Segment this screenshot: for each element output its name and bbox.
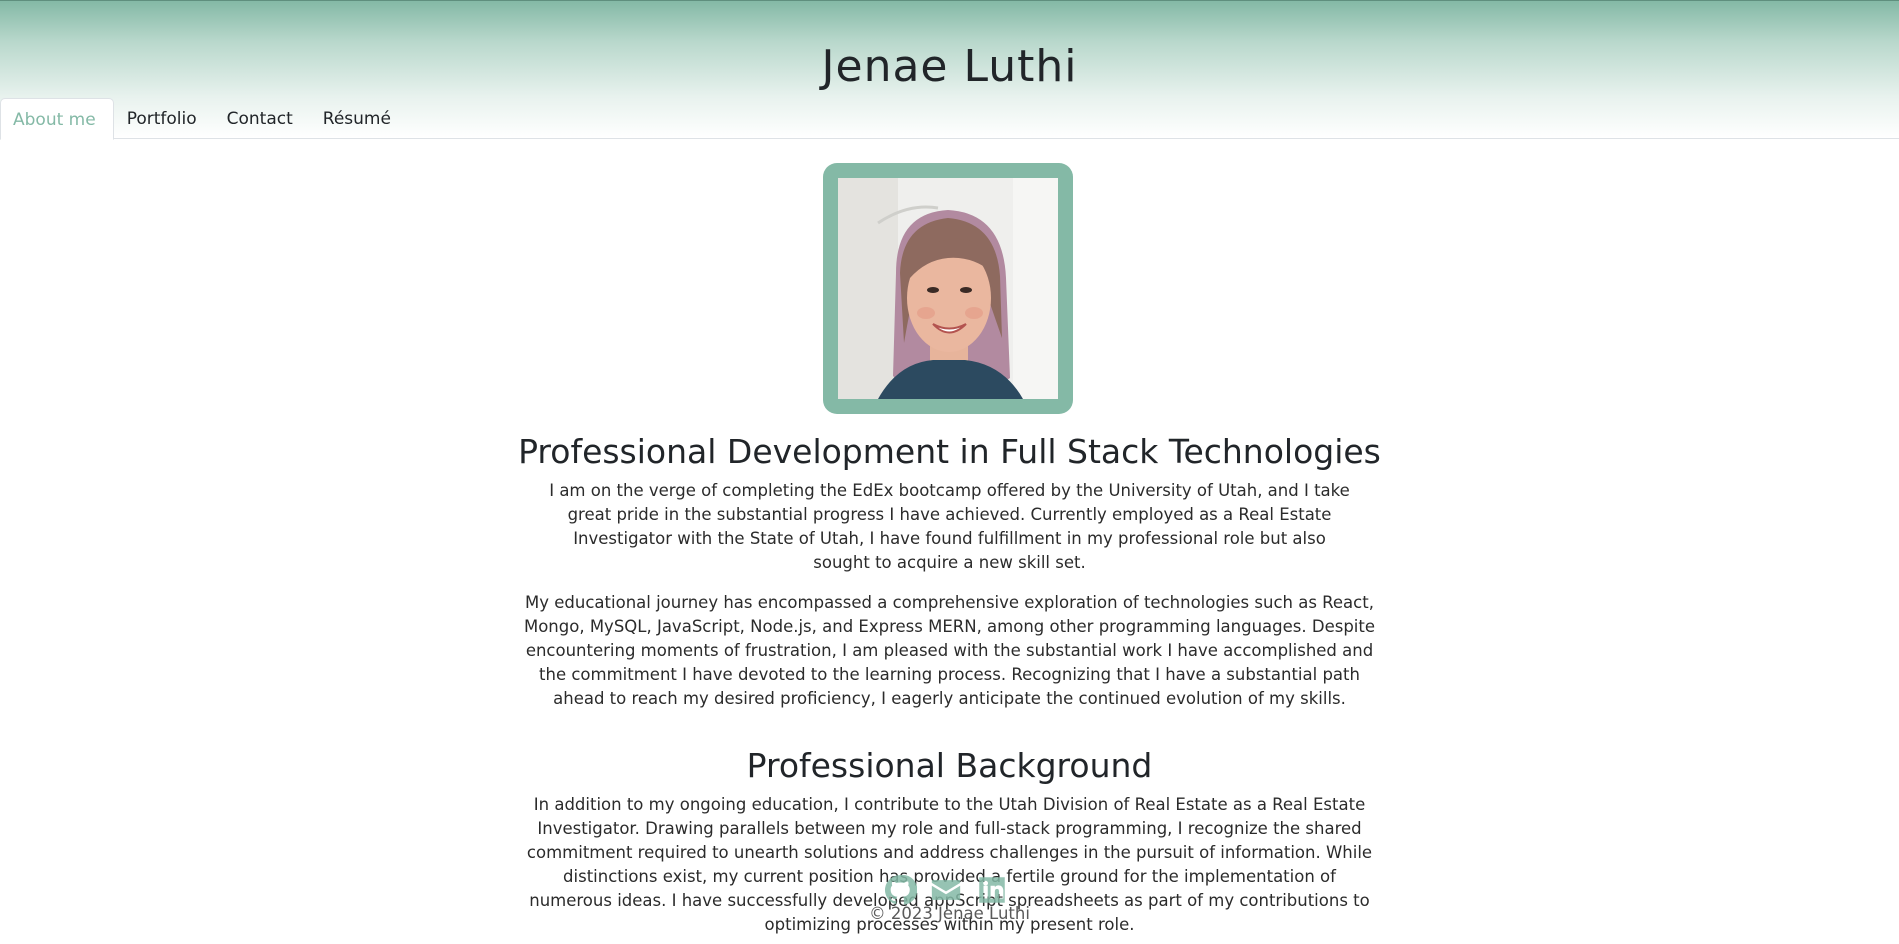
github-icon[interactable] <box>883 873 917 907</box>
development-paragraph-2: My educational journey has encompassed a… <box>523 593 1376 708</box>
development-paragraph-1: I am on the verge of completing the EdEx… <box>549 481 1350 572</box>
section-title-background: Professional Background <box>746 746 1153 785</box>
tab-portfolio[interactable]: Portfolio <box>114 98 214 140</box>
tab-contact[interactable]: Contact <box>214 98 310 140</box>
tab-resume[interactable]: Résumé <box>310 98 408 140</box>
tab-about-me[interactable]: About me <box>0 98 114 140</box>
site-title: Jenae Luthi <box>821 41 1078 92</box>
linkedin-icon[interactable] <box>975 873 1009 907</box>
profile-photo <box>838 178 1058 399</box>
site-footer: © 2023 Jenae Luthi <box>0 873 1899 933</box>
nav-tabs: About me Portfolio Contact Résumé <box>0 98 408 140</box>
profile-photo-frame <box>823 163 1073 414</box>
email-icon[interactable] <box>929 873 963 907</box>
copyright-text: © 2023 Jenae Luthi <box>869 904 1030 923</box>
social-links <box>883 873 1009 907</box>
section-title-development: Professional Development in Full Stack T… <box>518 432 1381 471</box>
site-header: Jenae Luthi About me Portfolio Contact R… <box>0 0 1899 140</box>
